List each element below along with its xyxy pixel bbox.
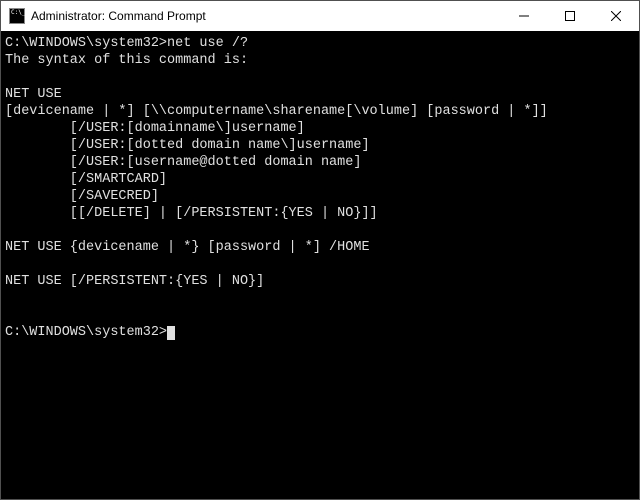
prompt-path: C:\WINDOWS\system32>: [5, 325, 167, 340]
prompt-path: C:\WINDOWS\system32>: [5, 36, 167, 51]
close-icon: [611, 11, 621, 21]
close-button[interactable]: [593, 1, 639, 31]
command-text: net use /?: [167, 36, 248, 51]
terminal-output-area[interactable]: C:\WINDOWS\system32>net use /? The synta…: [1, 31, 639, 499]
minimize-icon: [519, 11, 529, 21]
titlebar[interactable]: Administrator: Command Prompt: [1, 1, 639, 31]
command-output: The syntax of this command is: NET USE […: [5, 53, 548, 289]
text-cursor: [167, 326, 175, 340]
cmd-icon: [9, 8, 25, 24]
window-controls: [501, 1, 639, 31]
command-prompt-window: Administrator: Command Prompt C:\WINDOWS…: [0, 0, 640, 500]
maximize-icon: [565, 11, 575, 21]
minimize-button[interactable]: [501, 1, 547, 31]
maximize-button[interactable]: [547, 1, 593, 31]
window-title: Administrator: Command Prompt: [31, 9, 501, 23]
